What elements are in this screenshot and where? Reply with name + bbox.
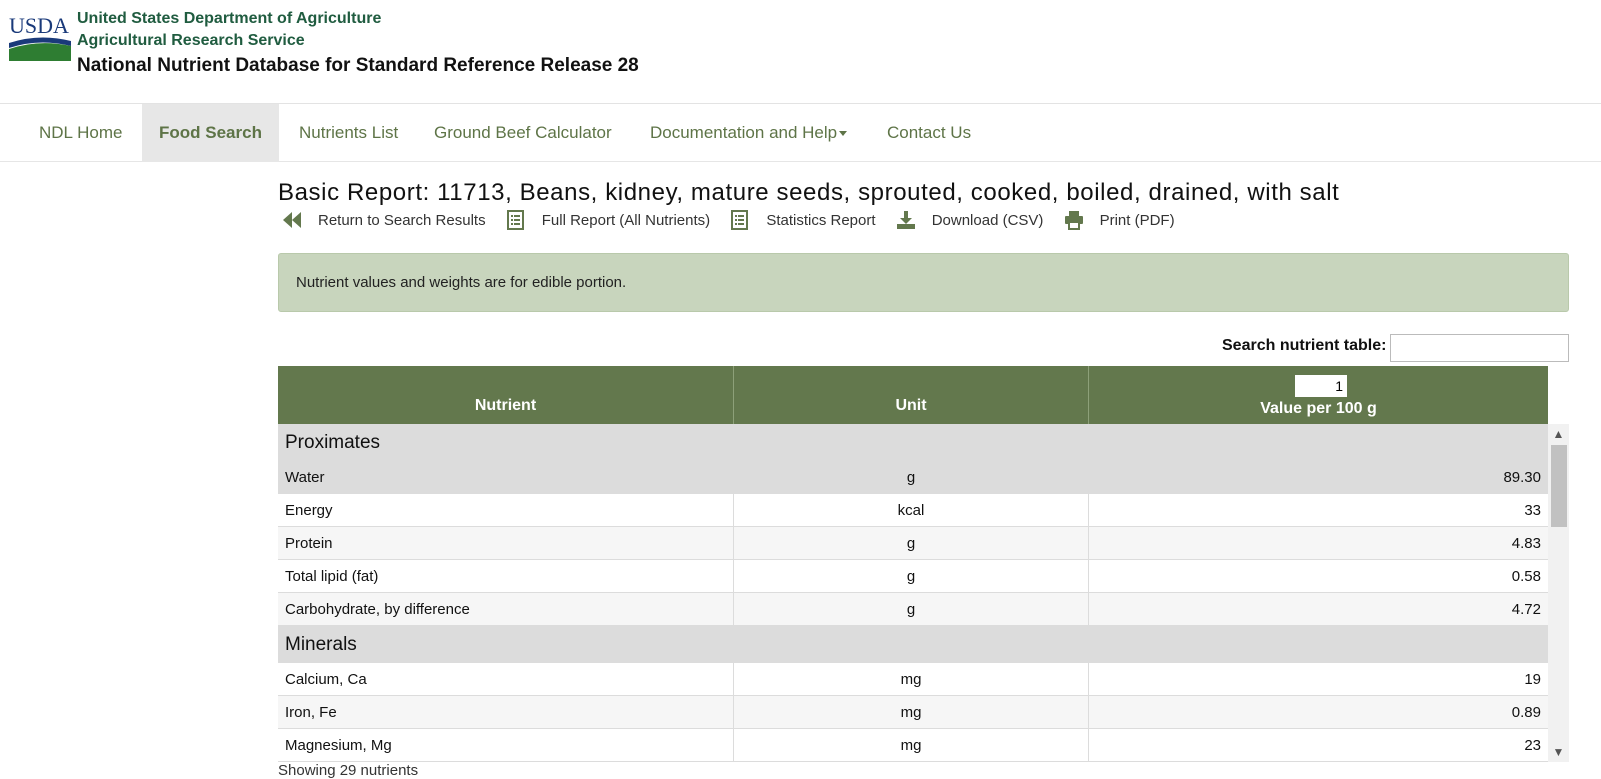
header-label: Nutrient [474,397,537,414]
unit-cell: mg [734,696,1089,729]
unit-cell: kcal [734,494,1089,527]
table-row[interactable]: Total lipid (fat) g 0.58 [278,560,1548,593]
action-label: Return to Search Results [318,211,486,229]
unit-cell: g [734,593,1089,626]
report-title: Basic Report: 11713, Beans, kidney, matu… [278,179,1340,206]
caret-down-icon [839,131,848,137]
value-cell: 19 [1524,671,1541,688]
unit-cell: g [734,527,1089,560]
quantity-input[interactable] [1295,375,1347,397]
column-header-value: Value per 100 g [1089,366,1548,424]
usda-logo[interactable]: USDA [9,13,71,61]
column-header-nutrient[interactable]: Nutrient [278,366,734,424]
list-document-icon [731,210,749,230]
list-document-icon [506,210,524,230]
table-row[interactable]: Magnesium, Mg mg 23 [278,729,1548,762]
service-name[interactable]: Agricultural Research Service [77,32,305,50]
site-header: USDA United States Department of Agricul… [0,0,1601,104]
nutrient-cell: Magnesium, Mg [278,729,734,762]
table-row[interactable]: Carbohydrate, by difference g 4.72 [278,593,1548,626]
main-nav: NDL Home Food Search Nutrients List Grou… [0,104,1601,162]
table-row[interactable]: Iron, Fe mg 0.89 [278,696,1548,729]
statistics-report-link[interactable]: Statistics Report [730,210,876,230]
table-scrollbar[interactable]: ▲ ▼ [1548,424,1569,762]
nav-item-label: NDL Home [39,123,123,142]
value-cell: 23 [1524,737,1541,754]
nutrient-cell: Energy [278,494,734,527]
search-nutrient-input[interactable] [1390,334,1569,362]
nutrient-cell: Total lipid (fat) [278,560,734,593]
nutrient-cell: Calcium, Ca [278,663,734,696]
action-label: Print (PDF) [1099,211,1175,229]
nav-item-label: Documentation and Help [650,123,838,142]
printer-icon [1064,211,1083,230]
nav-documentation-and-help[interactable]: Documentation and Help [633,104,864,162]
nav-item-label: Contact Us [887,123,972,142]
return-to-search-results-link[interactable]: Return to Search Results [282,210,486,230]
scroll-up-icon[interactable]: ▲ [1548,424,1569,444]
nutrient-cell: Water [285,469,325,486]
logo-text: USDA [9,13,69,38]
nav-item-label: Ground Beef Calculator [434,123,612,142]
info-message-text: Nutrient values and weights are for edib… [296,274,627,291]
action-label: Download (CSV) [931,211,1044,229]
download-icon [896,211,915,229]
agency-name[interactable]: United States Department of Agriculture [77,10,381,28]
scroll-down-icon[interactable]: ▼ [1548,742,1569,762]
value-cell: 33 [1524,502,1541,519]
report-actions: Return to Search Results Full Report (Al… [282,210,1191,236]
download-csv-link[interactable]: Download (CSV) [896,210,1044,230]
nav-contact-us[interactable]: Contact Us [870,104,988,162]
value-cell: 0.89 [1511,704,1541,721]
scroll-thumb[interactable] [1551,445,1567,527]
database-title: National Nutrient Database for Standard … [77,55,639,76]
group-row-proximates: Proximates [278,424,1548,461]
nutrient-cell: Iron, Fe [278,696,734,729]
nav-item-label: Nutrients List [299,123,399,142]
info-message: Nutrient values and weights are for edib… [278,253,1569,312]
nutrient-cell: Carbohydrate, by difference [278,593,734,626]
nav-food-search[interactable]: Food Search [142,104,279,162]
full-report-link[interactable]: Full Report (All Nutrients) [506,210,710,230]
column-header-unit[interactable]: Unit [734,366,1089,424]
header-label: Unit [895,397,927,414]
unit-cell: mg [734,663,1089,696]
unit-cell: mg [734,729,1089,762]
header-label: Value per 100 g [1260,400,1377,417]
unit-cell: g [906,469,916,486]
value-cell: 89.30 [1503,469,1541,486]
value-cell: 0.58 [1511,568,1541,585]
nutrient-table-header: Nutrient Unit Value per 100 g [278,366,1548,424]
nutrient-table-body: Proximates Water g 89.30 Energy kcal 33 … [278,424,1548,762]
nav-ground-beef-calculator[interactable]: Ground Beef Calculator [417,104,629,162]
double-arrow-left-icon [283,212,301,228]
nav-nutrients-list[interactable]: Nutrients List [282,104,415,162]
action-label: Statistics Report [766,211,876,229]
table-row[interactable]: Calcium, Ca mg 19 [278,663,1548,696]
unit-cell: g [734,560,1089,593]
table-row[interactable]: Water g 89.30 [278,461,1548,494]
group-row-minerals: Minerals [278,626,1548,663]
print-pdf-link[interactable]: Print (PDF) [1064,210,1175,230]
nav-ndl-home[interactable]: NDL Home [22,104,139,162]
search-nutrient-label: Search nutrient table: [1222,337,1387,354]
table-row[interactable]: Protein g 4.83 [278,527,1548,560]
table-row[interactable]: Energy kcal 33 [278,494,1548,527]
value-cell: 4.83 [1511,535,1541,552]
nutrient-cell: Protein [278,527,734,560]
action-label: Full Report (All Nutrients) [541,211,711,229]
nutrient-count: Showing 29 nutrients [278,762,419,779]
nav-item-label: Food Search [159,123,262,142]
value-cell: 4.72 [1511,601,1541,618]
